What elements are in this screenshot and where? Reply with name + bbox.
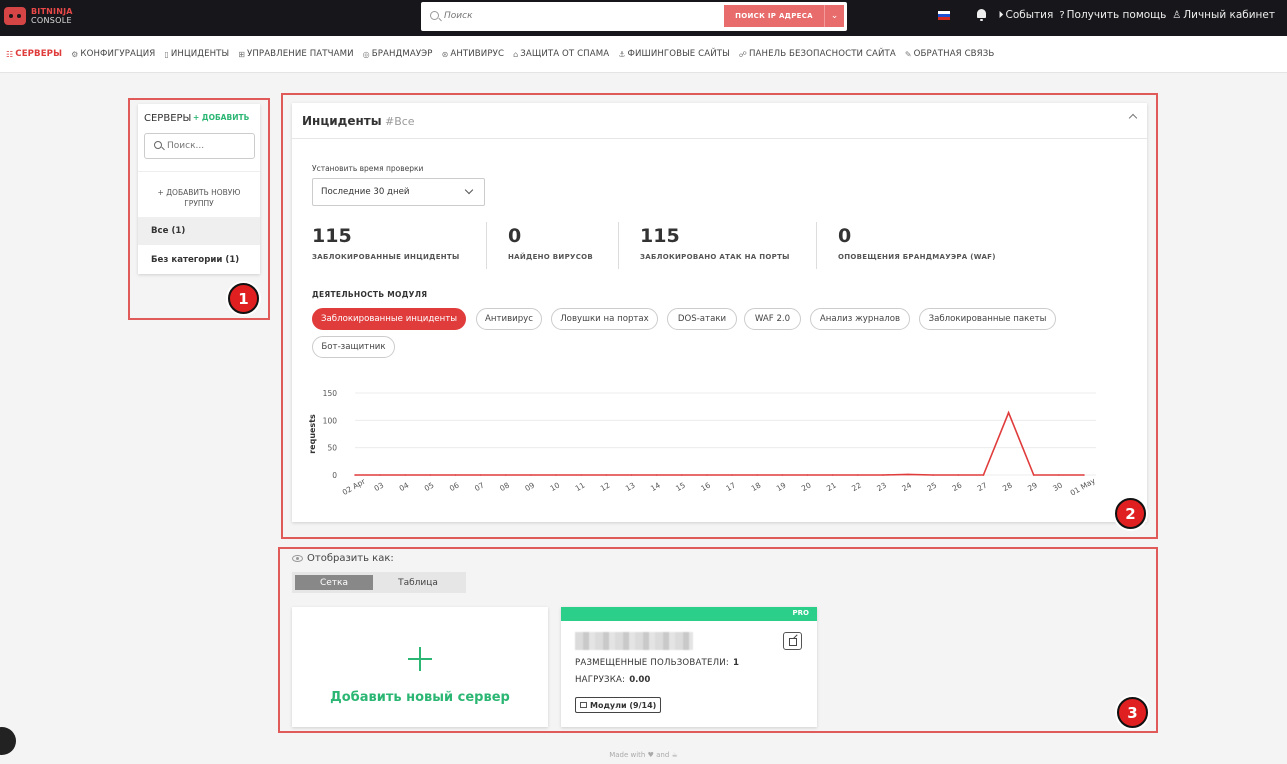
footer-and: and bbox=[656, 751, 670, 759]
document-icon: ▯ bbox=[164, 49, 169, 59]
nav-label: ПАНЕЛЬ БЕЗОПАСНОСТИ САЙТА bbox=[749, 49, 896, 59]
annotation-badge-3: 3 bbox=[1117, 697, 1148, 728]
events-label: События bbox=[1005, 9, 1054, 21]
nav-configuration[interactable]: ⚙ КОНФИГУРАЦИЯ bbox=[71, 49, 155, 59]
help-icon: ? bbox=[1059, 9, 1065, 21]
account-label: Личный кабинет bbox=[1183, 9, 1275, 21]
nav-label: АНТИВИРУС bbox=[450, 49, 505, 59]
footer: Made with ♥ and ☕ bbox=[0, 751, 1287, 759]
nav-incidents[interactable]: ▯ ИНЦИДЕНТЫ bbox=[164, 49, 229, 59]
pencil-icon: ✎ bbox=[904, 49, 912, 59]
bitninja-logo-icon bbox=[4, 7, 26, 25]
nav-site-security-panel[interactable]: ☍ ПАНЕЛЬ БЕЗОПАСНОСТИ САЙТА bbox=[739, 49, 896, 59]
brand-sub: CONSOLE bbox=[31, 16, 72, 25]
play-circle-icon: ⏵ bbox=[998, 9, 1004, 21]
nav-label: БРАНДМАУЭР bbox=[371, 49, 433, 59]
logo[interactable]: BITNINJA CONSOLE bbox=[4, 7, 73, 25]
brand-name: BITNINJA bbox=[31, 7, 73, 16]
nav-label: ФИШИНГОВЫЕ САЙТЫ bbox=[627, 49, 730, 59]
grid-icon: ⊞ bbox=[238, 49, 246, 59]
nav-servers[interactable]: ☷ СЕРВЕРЫ bbox=[6, 49, 62, 59]
search-dropdown-button[interactable]: ⌄ bbox=[824, 5, 844, 27]
nav-firewall[interactable]: ◎ БРАНДМАУЭР bbox=[363, 49, 433, 59]
search-ip-button[interactable]: ПОИСК IP АДРЕСА bbox=[724, 5, 824, 27]
help-link[interactable]: ? Получить помощь bbox=[1059, 9, 1166, 21]
users-icon: ☍ bbox=[738, 49, 747, 59]
ip-search-input[interactable] bbox=[444, 6, 714, 26]
servers-icon: ☷ bbox=[6, 49, 14, 59]
annotation-badge-1: 1 bbox=[228, 283, 259, 314]
user-icon: ♙ bbox=[1172, 9, 1182, 21]
lock-icon: ⌂ bbox=[513, 49, 519, 59]
firewall-icon: ◎ bbox=[362, 49, 370, 59]
anchor-icon: ⚓ bbox=[618, 49, 626, 59]
nav-antivirus[interactable]: ⊛ АНТИВИРУС bbox=[442, 49, 504, 59]
nav-phishing-sites[interactable]: ⚓ ФИШИНГОВЫЕ САЙТЫ bbox=[618, 49, 730, 59]
nav-label: ОБРАТНАЯ СВЯЗЬ bbox=[913, 49, 995, 59]
heart-icon: ♥ bbox=[647, 751, 654, 759]
account-link[interactable]: ♙ Личный кабинет bbox=[1172, 9, 1275, 21]
top-bar: BITNINJA CONSOLE ПОИСК IP АДРЕСА ⌄ ⏵Собы… bbox=[0, 0, 1287, 36]
annotation-box-2 bbox=[281, 93, 1158, 539]
nav-feedback[interactable]: ✎ ОБРАТНАЯ СВЯЗЬ bbox=[905, 49, 995, 59]
ip-search-box: ПОИСК IP АДРЕСА ⌄ bbox=[421, 2, 847, 31]
nav-label: КОНФИГУРАЦИЯ bbox=[80, 49, 156, 59]
annotation-box-3 bbox=[278, 547, 1158, 733]
nav-label: ИНЦИДЕНТЫ bbox=[170, 49, 230, 59]
nav-label: УПРАВЛЕНИЕ ПАТЧАМИ bbox=[247, 49, 354, 59]
virus-icon: ⊛ bbox=[441, 49, 449, 59]
nav-label: СЕРВЕРЫ bbox=[15, 49, 63, 59]
language-flag-icon[interactable] bbox=[937, 10, 950, 20]
nav-patch-management[interactable]: ⊞ УПРАВЛЕНИЕ ПАТЧАМИ bbox=[238, 49, 353, 59]
search-icon bbox=[430, 11, 439, 20]
coffee-icon: ☕ bbox=[671, 751, 678, 759]
chevron-down-icon: ⌄ bbox=[830, 11, 839, 21]
main-nav: ☷ СЕРВЕРЫ ⚙ КОНФИГУРАЦИЯ ▯ ИНЦИДЕНТЫ ⊞ УПРАВ… bbox=[0, 36, 1287, 73]
gear-icon: ⚙ bbox=[71, 49, 79, 59]
nav-label: ЗАЩИТА ОТ СПАМА bbox=[520, 49, 610, 59]
events-link[interactable]: ⏵ События bbox=[999, 9, 1054, 21]
help-label: Получить помощь bbox=[1066, 9, 1167, 21]
annotation-badge-2: 2 bbox=[1115, 498, 1146, 529]
nav-spam-protection[interactable]: ⌂ ЗАЩИТА ОТ СПАМА bbox=[513, 49, 609, 59]
footer-made: Made with bbox=[609, 751, 646, 759]
bell-icon[interactable] bbox=[976, 9, 987, 21]
